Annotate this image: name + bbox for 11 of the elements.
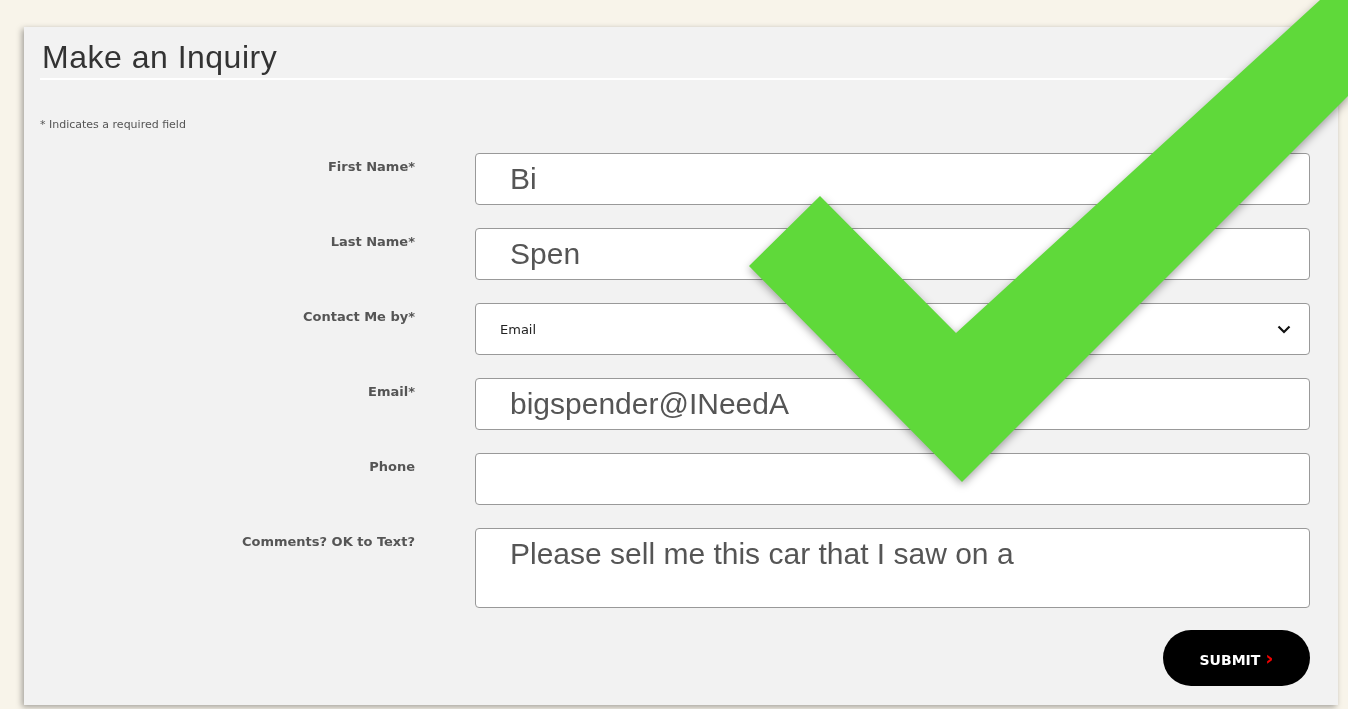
submit-button[interactable]: SUBMIT › (1163, 630, 1310, 686)
chevron-down-icon (1277, 324, 1291, 334)
comments-field[interactable]: Please sell me this car that I saw on a (475, 528, 1310, 608)
field-label: First Name* (326, 158, 415, 174)
field-label: Email* (367, 383, 415, 399)
field-label: Contact Me by* (301, 308, 415, 324)
required-note: * Indicates a required field (40, 118, 187, 131)
field-label: Comments? OK to Text? (240, 533, 415, 549)
field-label: Last Name* (329, 233, 415, 249)
input-field[interactable] (475, 453, 1310, 505)
field-label: Phone (368, 458, 415, 474)
